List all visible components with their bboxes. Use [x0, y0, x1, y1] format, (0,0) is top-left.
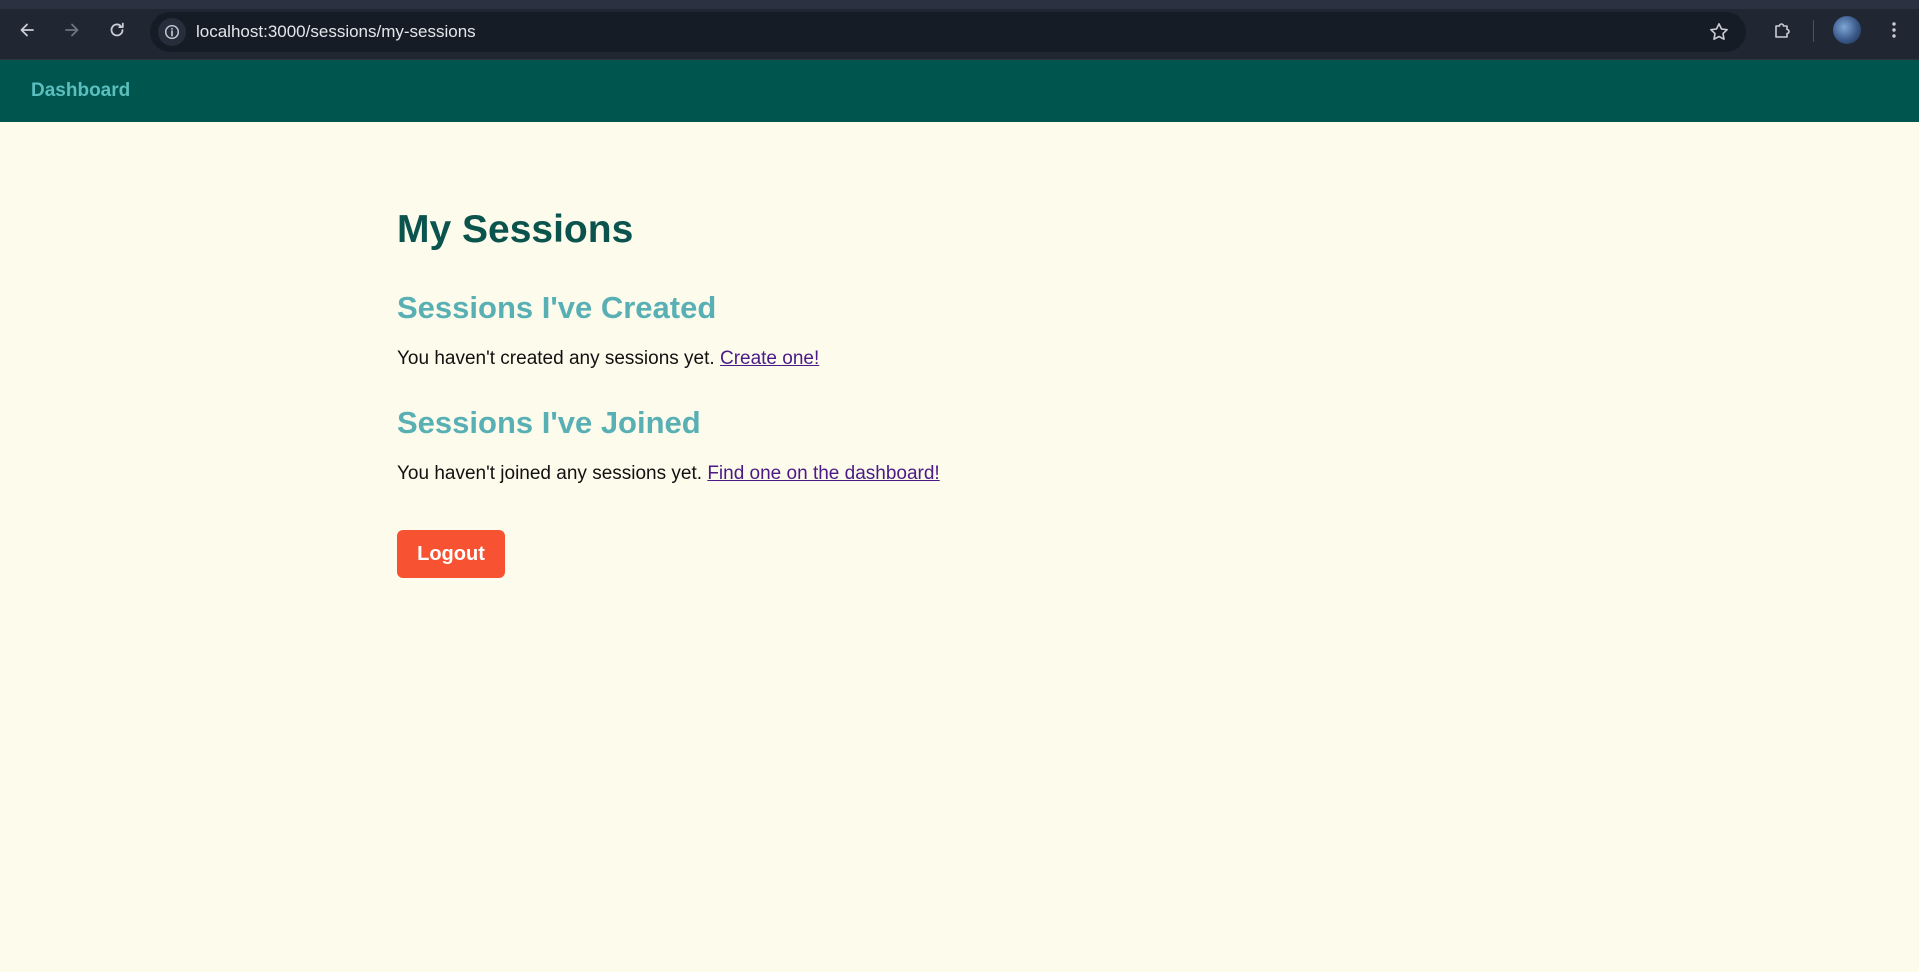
joined-sessions-empty-message: You haven't joined any sessions yet. Fin…	[397, 463, 940, 485]
created-empty-text: You haven't created any sessions yet.	[397, 348, 715, 369]
app-navbar: Dashboard	[0, 60, 1919, 122]
forward-icon[interactable]	[56, 14, 88, 46]
address-bar[interactable]: localhost:3000/sessions/my-sessions	[150, 12, 1746, 52]
joined-empty-text: You haven't joined any sessions yet.	[397, 463, 703, 484]
create-session-link[interactable]: Create one!	[720, 348, 819, 369]
reload-icon[interactable]	[101, 14, 133, 46]
find-session-link[interactable]: Find one on the dashboard!	[707, 463, 939, 484]
site-info-icon[interactable]	[158, 18, 186, 46]
logout-button[interactable]: Logout	[397, 530, 505, 578]
joined-sessions-heading: Sessions I've Joined	[397, 405, 701, 440]
profile-avatar[interactable]	[1833, 16, 1861, 44]
created-sessions-empty-message: You haven't created any sessions yet. Cr…	[397, 348, 819, 370]
extensions-icon[interactable]	[1766, 14, 1798, 46]
tab-strip	[0, 0, 1919, 9]
toolbar-divider	[1813, 20, 1814, 42]
dashboard-link[interactable]: Dashboard	[31, 80, 130, 102]
url-text[interactable]: localhost:3000/sessions/my-sessions	[196, 22, 476, 42]
created-sessions-heading: Sessions I've Created	[397, 290, 717, 325]
back-icon[interactable]	[11, 14, 43, 46]
page-title: My Sessions	[397, 208, 634, 251]
bookmark-star-icon[interactable]	[1708, 21, 1730, 43]
browser-toolbar: localhost:3000/sessions/my-sessions	[0, 0, 1919, 60]
more-menu-icon[interactable]	[1878, 14, 1910, 46]
